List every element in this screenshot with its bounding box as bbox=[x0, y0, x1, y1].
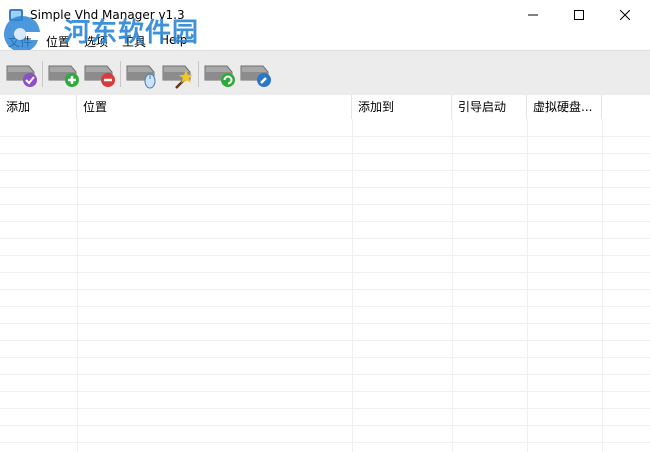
grid-row-line bbox=[0, 391, 650, 392]
grid-row-line bbox=[0, 238, 650, 239]
grid-column-line bbox=[602, 119, 603, 452]
column-header-location[interactable]: 位置 bbox=[77, 95, 352, 119]
maximize-button[interactable] bbox=[556, 0, 602, 31]
grid-row-line bbox=[0, 221, 650, 222]
title-bar[interactable]: Simple Vhd Manager v1.3 bbox=[0, 0, 650, 31]
menu-options[interactable]: 选项 bbox=[84, 33, 108, 50]
column-header-virtual-disk[interactable]: 虚拟硬盘... bbox=[527, 95, 602, 119]
grid-row-line bbox=[0, 323, 650, 324]
disk-add-icon bbox=[48, 65, 79, 87]
minimize-icon bbox=[528, 14, 538, 16]
menu-help[interactable]: Help bbox=[160, 33, 187, 47]
menu-location[interactable]: 位置 bbox=[46, 33, 70, 50]
grid-row-line bbox=[0, 289, 650, 290]
toolbar-button-remove[interactable] bbox=[82, 56, 116, 90]
grid-row-line bbox=[0, 442, 650, 443]
app-icon bbox=[9, 9, 23, 21]
grid-column-line bbox=[527, 119, 528, 452]
disk-refresh-icon bbox=[204, 65, 235, 87]
grid-row-line bbox=[0, 306, 650, 307]
grid-row-line bbox=[0, 357, 650, 358]
grid-column-line bbox=[77, 119, 78, 452]
disk-mouse-icon bbox=[126, 65, 156, 89]
toolbar-separator bbox=[120, 61, 121, 87]
vhd-list[interactable]: 添加 位置 添加到 引导启动 虚拟硬盘... bbox=[0, 95, 650, 452]
toolbar-button-check[interactable] bbox=[4, 56, 38, 90]
toolbar-separator bbox=[42, 61, 43, 87]
toolbar-button-refresh[interactable] bbox=[202, 56, 236, 90]
window-title: Simple Vhd Manager v1.3 bbox=[30, 8, 185, 22]
menu-bar: 文件 位置 选项 工具 Help bbox=[0, 31, 650, 50]
close-button[interactable] bbox=[602, 0, 648, 31]
toolbar-button-wizard[interactable] bbox=[160, 56, 194, 90]
menu-file[interactable]: 文件 bbox=[8, 33, 32, 50]
disk-remove-icon bbox=[84, 65, 115, 87]
grid-column-line bbox=[352, 119, 353, 452]
disk-wrench-icon bbox=[240, 65, 271, 87]
column-header-add[interactable]: 添加 bbox=[0, 95, 77, 119]
toolbar-button-add[interactable] bbox=[46, 56, 80, 90]
column-header-attach-to[interactable]: 添加到 bbox=[352, 95, 452, 119]
grid-row-line bbox=[0, 255, 650, 256]
minimize-button[interactable] bbox=[510, 0, 556, 31]
menu-tools[interactable]: 工具 bbox=[122, 33, 146, 50]
list-header: 添加 位置 添加到 引导启动 虚拟硬盘... bbox=[0, 95, 650, 119]
toolbar-separator bbox=[198, 61, 199, 87]
grid-row-line bbox=[0, 340, 650, 341]
grid-row-line bbox=[0, 272, 650, 273]
toolbar bbox=[0, 50, 650, 96]
grid-row-line bbox=[0, 204, 650, 205]
grid-row-line bbox=[0, 170, 650, 171]
grid-column-line bbox=[452, 119, 453, 452]
grid-row-line bbox=[0, 153, 650, 154]
grid-row-line bbox=[0, 374, 650, 375]
disk-wand-icon bbox=[162, 65, 193, 89]
grid-row-line bbox=[0, 187, 650, 188]
toolbar-button-settings[interactable] bbox=[238, 56, 272, 90]
column-header-boot[interactable]: 引导启动 bbox=[452, 95, 527, 119]
close-icon bbox=[620, 10, 630, 20]
grid-row-line bbox=[0, 136, 650, 137]
disk-check-icon bbox=[6, 65, 37, 87]
maximize-icon bbox=[574, 10, 584, 20]
toolbar-button-mount[interactable] bbox=[124, 56, 158, 90]
grid-row-line bbox=[0, 408, 650, 409]
grid-row-line bbox=[0, 425, 650, 426]
